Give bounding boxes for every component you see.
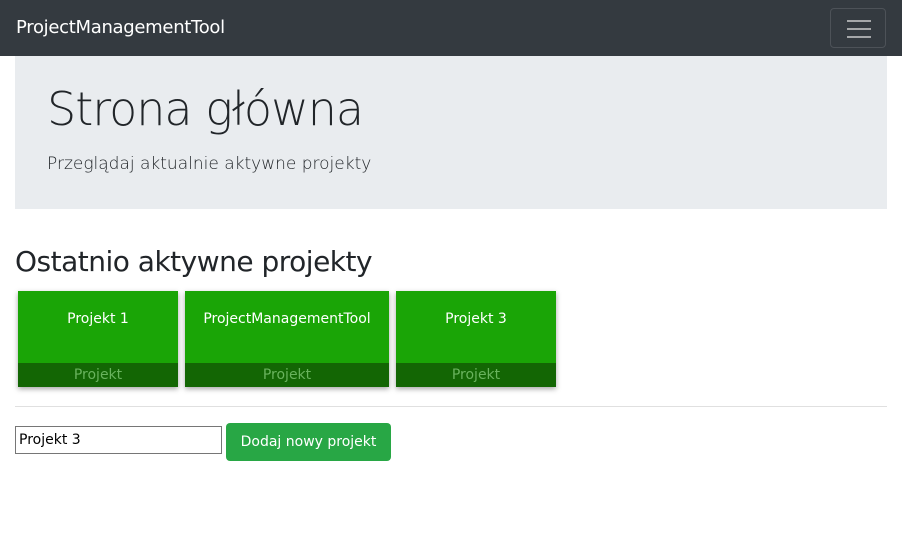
navbar-brand[interactable]: ProjectManagementTool: [16, 17, 225, 38]
project-type: Projekt: [18, 363, 178, 387]
navbar: ProjectManagementTool: [0, 0, 902, 56]
page-title: Strona główna: [47, 82, 364, 136]
project-name: Projekt 1: [67, 311, 129, 327]
project-card[interactable]: ProjectManagementTool Projekt: [185, 291, 389, 387]
navbar-toggler-button[interactable]: [830, 8, 886, 48]
divider: [15, 406, 887, 407]
project-name-input[interactable]: [15, 426, 222, 454]
project-card[interactable]: Projekt 3 Projekt: [396, 291, 556, 387]
project-card[interactable]: Projekt 1 Projekt: [18, 291, 178, 387]
hamburger-icon: [847, 20, 871, 22]
project-name: ProjectManagementTool: [203, 311, 371, 327]
hamburger-icon-line: [847, 28, 871, 30]
hamburger-icon-line: [847, 36, 871, 38]
project-type: Projekt: [396, 363, 556, 387]
project-name: Projekt 3: [445, 311, 507, 327]
project-type: Projekt: [185, 363, 389, 387]
page-subtitle: Przeglądaj aktualnie aktywne projekty: [47, 154, 372, 174]
add-project-button[interactable]: Dodaj nowy projekt: [226, 423, 391, 461]
recent-projects-heading: Ostatnio aktywne projekty: [15, 245, 373, 278]
jumbotron: Strona główna Przeglądaj aktualnie aktyw…: [15, 56, 887, 209]
